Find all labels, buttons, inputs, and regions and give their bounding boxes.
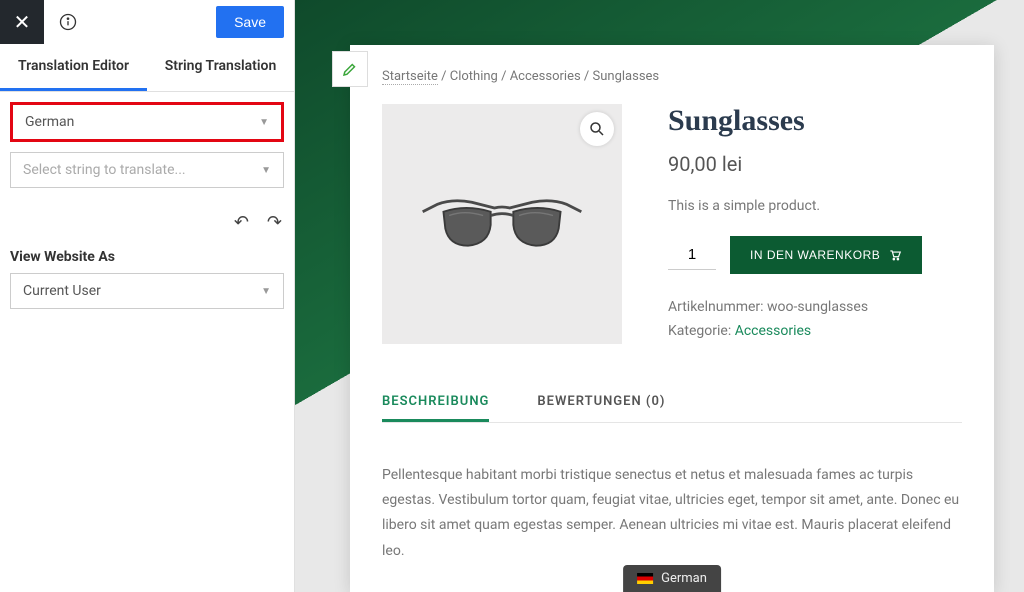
language-select-value: German	[25, 114, 74, 130]
edit-page-button[interactable]	[332, 51, 368, 87]
language-switcher-label: German	[661, 571, 707, 586]
breadcrumb: Startseite / Clothing / Accessories / Su…	[382, 69, 962, 84]
save-button[interactable]: Save	[216, 6, 284, 38]
language-select[interactable]: German ▼	[10, 102, 284, 142]
add-to-cart-button[interactable]: IN DEN WARENKORB	[730, 236, 922, 274]
view-as-label: View Website As	[0, 245, 294, 273]
breadcrumb-item: Clothing	[450, 69, 498, 84]
close-button[interactable]: ✕	[0, 0, 44, 44]
breadcrumb-item: Accessories	[510, 69, 581, 84]
search-icon	[588, 120, 606, 138]
language-switcher[interactable]: German	[623, 565, 721, 592]
undo-button[interactable]: ↶	[234, 212, 249, 233]
string-select-placeholder: Select string to translate...	[23, 162, 186, 178]
view-as-select[interactable]: Current User ▼	[10, 273, 284, 309]
breadcrumb-home[interactable]: Startseite	[382, 69, 438, 85]
chevron-down-icon: ▼	[261, 286, 271, 297]
quantity-input[interactable]	[668, 240, 716, 270]
zoom-button[interactable]	[580, 112, 614, 146]
product-price: 90,00 lei	[668, 152, 962, 176]
add-to-cart-label: IN DEN WARENKORB	[750, 248, 880, 262]
breadcrumb-item: Sunglasses	[593, 69, 660, 84]
close-icon: ✕	[14, 10, 31, 34]
preview-pane: Startseite / Clothing / Accessories / Su…	[295, 0, 1024, 592]
sunglasses-icon	[417, 174, 587, 274]
chevron-down-icon: ▼	[261, 165, 271, 176]
string-select[interactable]: Select string to translate... ▼	[10, 152, 284, 188]
info-icon	[58, 12, 78, 32]
tab-reviews[interactable]: BEWERTUNGEN (0)	[537, 384, 665, 422]
category-label: Kategorie:	[668, 323, 735, 339]
info-button[interactable]	[49, 0, 87, 44]
sku-label: Artikelnummer:	[668, 299, 767, 315]
tab-translation-editor[interactable]: Translation Editor	[0, 44, 147, 91]
tab-string-translation[interactable]: String Translation	[147, 44, 294, 91]
flag-de-icon	[637, 573, 653, 584]
pencil-icon	[341, 60, 359, 78]
product-long-desc: Pellentesque habitant morbi tristique se…	[382, 463, 962, 564]
chevron-down-icon: ▼	[259, 117, 269, 128]
sku-value: woo-sunglasses	[767, 299, 868, 315]
redo-button[interactable]: ↷	[267, 212, 282, 233]
view-as-value: Current User	[23, 283, 101, 299]
tab-description[interactable]: BESCHREIBUNG	[382, 384, 489, 422]
cart-icon	[888, 248, 902, 262]
product-short-desc: This is a simple product.	[668, 198, 962, 214]
category-link[interactable]: Accessories	[735, 323, 811, 339]
product-title: Sunglasses	[668, 104, 962, 138]
